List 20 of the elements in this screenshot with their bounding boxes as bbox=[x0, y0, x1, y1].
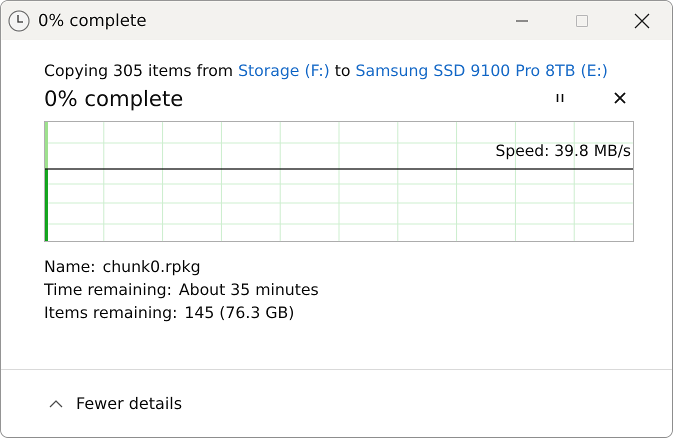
destination-link[interactable]: Samsung SSD 9100 Pro 8TB (E:) bbox=[356, 61, 608, 80]
cancel-icon bbox=[614, 92, 626, 104]
speed-label: Speed: 39.8 MB/s bbox=[496, 142, 631, 160]
detail-label: Time remaining: bbox=[44, 280, 172, 299]
caret-icon bbox=[49, 398, 63, 408]
copy-description: Copying 305 items from Storage (F:) to Samsung SSD 9100 Pro 8TB (E:) bbox=[44, 61, 609, 80]
clock-icon bbox=[8, 10, 30, 32]
detail-label: Name: bbox=[44, 257, 96, 276]
detail-value: 145 (76.3 GB) bbox=[184, 303, 294, 322]
detail-value: chunk0.rpkg bbox=[102, 257, 201, 276]
progress-heading: 0% complete bbox=[44, 86, 184, 110]
detail-label: Items remaining: bbox=[44, 303, 178, 322]
window-title: 0% complete bbox=[38, 11, 146, 30]
pause-icon bbox=[554, 92, 566, 104]
close-icon bbox=[634, 12, 650, 28]
minimize-icon bbox=[515, 20, 529, 22]
maximize-icon bbox=[575, 14, 589, 28]
detail-value: About 35 minutes bbox=[178, 280, 319, 299]
source-link[interactable]: Storage (F:) bbox=[238, 61, 330, 80]
fewer-details-button[interactable]: Fewer details bbox=[49, 394, 182, 413]
